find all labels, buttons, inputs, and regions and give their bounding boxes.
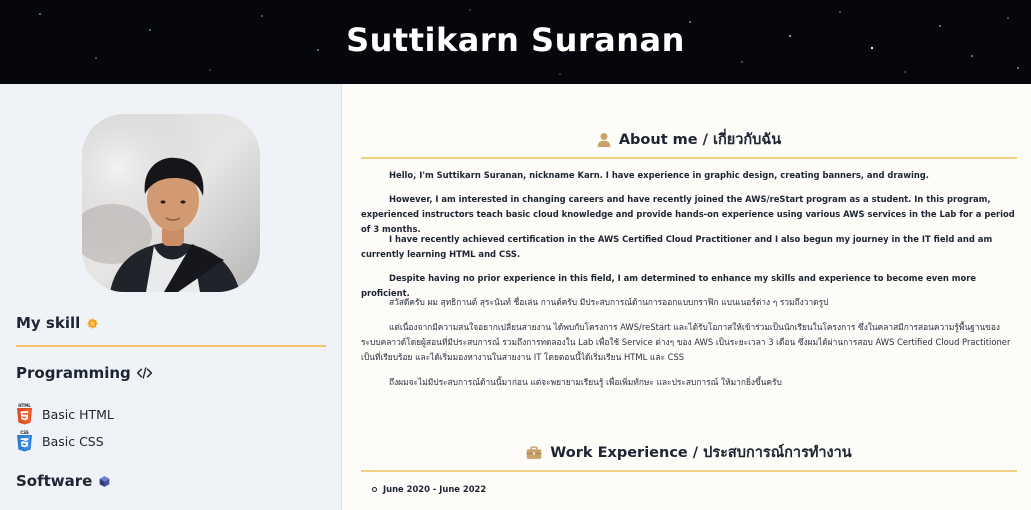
programming-heading: Programming (16, 364, 152, 382)
about-paragraph-3: I have recently achieved certification i… (361, 234, 993, 259)
work-section-title: Work Experience / ประสบการณ์การทำงาน (361, 441, 1017, 464)
html5-icon: HTML (17, 403, 32, 425)
code-icon (136, 367, 152, 379)
about-paragraph-th-1: สวัสดีครับ ผม สุทธิกานต์ สุระนันท์ ชื่อเ… (389, 297, 829, 307)
work-title-text: Work Experience / ประสบการณ์การทำงาน (550, 445, 852, 461)
work-divider (361, 470, 1017, 472)
about-paragraph-th-2: แต่เนื่องจากมีความสนใจอยากเปลี่ยนสายงาน … (361, 322, 1011, 362)
skill-label-css: Basic CSS (42, 433, 104, 449)
about-paragraph-th-3: ถึงผมจะไม่มีประสบการณ์ด้านนี้มาก่อน แต่จ… (389, 377, 782, 387)
skill-item-html: HTML Basic HTML (16, 403, 114, 425)
about-section-title: About me / เกี่ยวกับฉัน (361, 128, 1017, 151)
main-content: About me / เกี่ยวกับฉัน Hello, I'm Sutti… (343, 84, 1031, 510)
html5-badge-text: HTML (18, 403, 31, 408)
header-banner: Suttikarn Suranan (0, 0, 1031, 84)
skill-label-html: Basic HTML (42, 406, 114, 422)
about-title-text: About me / เกี่ยวกับฉัน (618, 132, 782, 148)
user-icon (597, 132, 611, 147)
about-divider (361, 157, 1017, 159)
page-title: Suttikarn Suranan (346, 21, 685, 59)
work-item-date: June 2020 - June 2022 (383, 484, 487, 494)
briefcase-icon (527, 445, 542, 459)
skill-item-css: CSS Basic CSS (16, 430, 104, 452)
programming-label: Programming (16, 364, 131, 382)
software-heading: Software (16, 472, 111, 490)
my-skill-heading: My skill (16, 314, 99, 332)
avatar (82, 114, 260, 292)
my-skill-label: My skill (16, 314, 81, 332)
css3-badge-text: CSS (20, 430, 29, 435)
cube-icon (99, 475, 110, 487)
bullet-icon (372, 486, 377, 492)
about-paragraph-1: Hello, I'm Suttikarn Suranan, nickname K… (389, 170, 929, 180)
work-list-item: June 2020 - June 2022 (372, 484, 486, 494)
css3-icon: CSS (17, 430, 32, 452)
sidebar: My skill Programming HTML Basic HTML CSS (0, 84, 342, 510)
my-skill-divider (16, 345, 326, 347)
badge-icon (87, 317, 99, 329)
software-label: Software (16, 472, 93, 490)
about-paragraph-2: However, I am interested in changing car… (361, 194, 1015, 234)
